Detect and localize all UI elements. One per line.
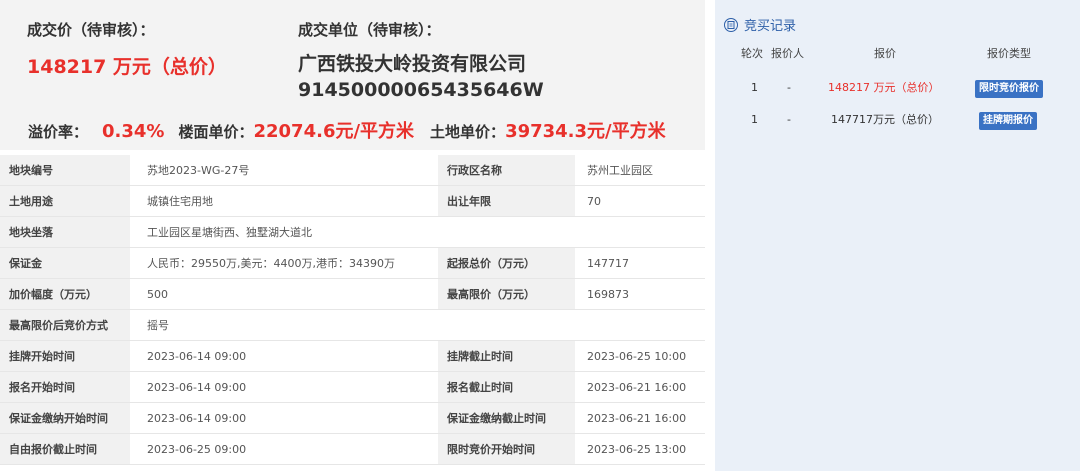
field-value: 苏州工业园区 [575, 155, 705, 186]
land-price-label: 土地单价： [430, 123, 506, 141]
floor-price-value: 22074.6元/平方米 [253, 121, 415, 142]
bid-records-title: 竞买记录 [724, 15, 796, 34]
deal-summary: 成交价（待审核）： 148217 万元（总价） 成交单位（待审核）： 广西铁投大… [0, 0, 705, 150]
bid-bidder: - [787, 81, 791, 94]
field-value: 2023-06-21 16:00 [575, 371, 705, 403]
bid-type-badge: 限时竞价报价 [975, 80, 1043, 98]
field-label: 出让年限 [438, 185, 575, 217]
field-label: 行政区名称 [438, 155, 575, 186]
bid-price: 147717万元（总价） [831, 113, 939, 126]
table-row: 保证金 人民币：29550万,美元：4400万,港币：34390万 起报总价（万… [0, 247, 705, 279]
field-label: 保证金缴纳截止时间 [438, 402, 575, 434]
field-value: 2023-06-25 13:00 [575, 433, 705, 465]
field-value: 500 [130, 278, 438, 310]
field-value: 苏地2023-WG-27号 [130, 155, 438, 186]
table-row: 土地用途 城镇住宅用地 出让年限 70 [0, 185, 705, 217]
premium-rate-label: 溢价率： [28, 123, 89, 141]
header-round: 轮次 [741, 47, 763, 60]
bid-bidder: - [787, 113, 791, 126]
header-price: 报价 [874, 47, 896, 60]
table-row: 地块编号 苏地2023-WG-27号 行政区名称 苏州工业园区 [0, 155, 705, 186]
field-value: 2023-06-14 09:00 [130, 371, 438, 403]
bid-type-badge: 挂牌期报价 [979, 112, 1037, 130]
bid-records-title-text: 竞买记录 [744, 19, 797, 34]
bid-round: 1 [751, 81, 758, 94]
field-value: 147717 [575, 247, 705, 279]
table-row: 挂牌开始时间 2023-06-14 09:00 挂牌截止时间 2023-06-2… [0, 340, 705, 372]
field-value: 2023-06-14 09:00 [130, 402, 438, 434]
field-label: 报名截止时间 [438, 371, 575, 403]
bid-records-panel: 竞买记录 轮次 报价人 报价 报价类型 1 - 148217 万元（总价） 限时… [715, 0, 1080, 471]
deal-price-label: 成交价（待审核）： [27, 21, 155, 39]
table-row: 1 - 147717万元（总价） 挂牌期报价 [715, 112, 1080, 140]
field-value: 2023-06-25 10:00 [575, 340, 705, 372]
land-price-value: 39734.3元/平方米 [505, 121, 666, 142]
winner-name: 广西铁投大岭投资有限公司 [298, 53, 527, 75]
table-row: 保证金缴纳开始时间 2023-06-14 09:00 保证金缴纳截止时间 202… [0, 402, 705, 434]
table-row: 地块坐落 工业园区星塘街西、独墅湖大道北 [0, 216, 705, 248]
field-value: 人民币：29550万,美元：4400万,港币：34390万 [130, 247, 438, 279]
field-label: 保证金缴纳开始时间 [0, 402, 130, 434]
field-label: 自由报价截止时间 [0, 433, 130, 465]
field-value: 169873 [575, 278, 705, 310]
document-icon [724, 17, 738, 32]
field-label: 挂牌开始时间 [0, 340, 130, 372]
bid-records-table: 轮次 报价人 报价 报价类型 1 - 148217 万元（总价） 限时竞价报价 … [715, 46, 1080, 130]
field-label: 地块编号 [0, 155, 130, 186]
table-row: 自由报价截止时间 2023-06-25 09:00 限时竞价开始时间 2023-… [0, 433, 705, 465]
field-value: 70 [575, 185, 705, 217]
field-label: 最高限价（万元） [438, 278, 575, 310]
header-bidder: 报价人 [771, 47, 804, 60]
field-label: 最高限价后竞价方式 [0, 309, 130, 341]
field-label: 加价幅度（万元） [0, 278, 130, 310]
table-row: 1 - 148217 万元（总价） 限时竞价报价 [715, 80, 1080, 108]
winner-label: 成交单位（待审核）： [298, 21, 441, 39]
field-value: 工业园区星塘街西、独墅湖大道北 [130, 216, 705, 248]
field-value: 摇号 [130, 309, 705, 341]
table-header: 轮次 报价人 报价 报价类型 [715, 46, 1080, 74]
land-info-table: 地块编号 苏地2023-WG-27号 行政区名称 苏州工业园区 土地用途 城镇住… [0, 155, 705, 465]
table-row: 加价幅度（万元） 500 最高限价（万元） 169873 [0, 278, 705, 310]
bid-round: 1 [751, 113, 758, 126]
bid-price: 148217 万元（总价） [828, 81, 940, 94]
table-row: 最高限价后竞价方式 摇号 [0, 309, 705, 341]
field-label: 起报总价（万元） [438, 247, 575, 279]
field-label: 地块坐落 [0, 216, 130, 248]
field-label: 保证金 [0, 247, 130, 279]
header-type: 报价类型 [987, 47, 1031, 60]
field-value: 2023-06-21 16:00 [575, 402, 705, 434]
field-label: 限时竞价开始时间 [438, 433, 575, 465]
field-value: 2023-06-25 09:00 [130, 433, 438, 465]
floor-price-label: 楼面单价： [178, 123, 254, 141]
price-metrics-row: 溢价率： 0.34% 楼面单价：22074.6元/平方米 土地单价：39734.3元/… [28, 117, 666, 143]
premium-rate-value: 0.34% [102, 121, 165, 142]
field-value: 2023-06-14 09:00 [130, 340, 438, 372]
field-label: 报名开始时间 [0, 371, 130, 403]
field-value: 城镇住宅用地 [130, 185, 438, 217]
field-label: 土地用途 [0, 185, 130, 217]
deal-price-value: 148217 万元（总价） [27, 56, 227, 78]
field-label: 挂牌截止时间 [438, 340, 575, 372]
winner-credit-code: 91450000065435646W [298, 79, 544, 101]
table-row: 报名开始时间 2023-06-14 09:00 报名截止时间 2023-06-2… [0, 371, 705, 403]
